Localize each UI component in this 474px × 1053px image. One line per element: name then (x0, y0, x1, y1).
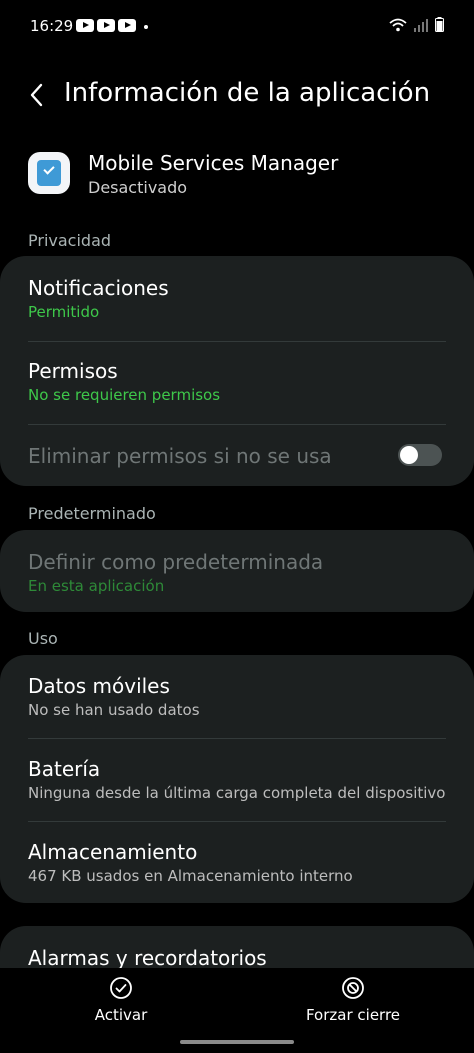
app-name: Mobile Services Manager (88, 151, 339, 175)
home-indicator[interactable] (180, 1040, 294, 1044)
divider (28, 821, 446, 822)
toggle-knob (400, 446, 418, 464)
storage-item[interactable]: Almacenamiento 467 KB usados en Almacena… (28, 840, 446, 885)
permissions-sub: No se requieren permisos (28, 386, 221, 404)
privacy-card: Notificaciones Permitido Permisos No se … (0, 256, 474, 486)
app-status: Desactivado (88, 178, 188, 197)
remove-permissions-title: Eliminar permisos si no se usa (28, 444, 332, 468)
section-label-default: Predeterminado (28, 504, 156, 523)
battery-icon (435, 17, 444, 32)
signal-icon (414, 18, 428, 32)
set-default-title: Definir como predeterminada (28, 550, 324, 574)
status-time: 16:29 (30, 17, 74, 35)
alarms-item[interactable]: Alarmas y recordatorios (28, 946, 446, 970)
storage-title: Almacenamiento (28, 840, 198, 864)
set-default-sub: En esta aplicación (28, 577, 165, 595)
divider (28, 738, 446, 739)
activate-label: Activar (94, 1006, 148, 1024)
mobile-data-title: Datos móviles (28, 674, 170, 698)
wifi-icon (389, 18, 407, 31)
storage-sub: 467 KB usados en Almacenamiento interno (28, 867, 353, 885)
default-card: Definir como predeterminada En esta apli… (0, 530, 474, 612)
back-arrow-icon[interactable] (24, 80, 50, 110)
notification-dot-icon (144, 25, 148, 29)
battery-title: Batería (28, 757, 101, 781)
remove-permissions-item[interactable]: Eliminar permisos si no se usa (28, 444, 446, 468)
check-circle-icon (110, 977, 132, 999)
remove-permissions-toggle[interactable] (398, 444, 442, 466)
notifications-sub: Permitido (28, 303, 100, 321)
usage-card: Datos móviles No se han usado datos Bate… (0, 655, 474, 903)
force-stop-button[interactable]: Forzar cierre (300, 976, 406, 1024)
app-icon (28, 152, 70, 194)
youtube-icon (118, 19, 136, 32)
alarms-title: Alarmas y recordatorios (28, 946, 267, 970)
mobile-data-item[interactable]: Datos móviles No se han usado datos (28, 674, 446, 719)
divider (28, 341, 446, 342)
permissions-title: Permisos (28, 359, 118, 383)
status-bar: 16:29 (0, 0, 474, 52)
set-default-item[interactable]: Definir como predeterminada En esta apli… (28, 550, 446, 595)
youtube-icon (97, 19, 115, 32)
youtube-icon (76, 19, 94, 32)
page-title: Información de la aplicación (64, 78, 431, 108)
battery-sub: Ninguna desde la última carga completa d… (28, 784, 446, 802)
permissions-item[interactable]: Permisos No se requieren permisos (28, 359, 446, 404)
section-label-usage: Uso (28, 629, 58, 648)
force-stop-label: Forzar cierre (305, 1006, 401, 1024)
notifications-item[interactable]: Notificaciones Permitido (28, 276, 446, 321)
section-label-privacy: Privacidad (28, 231, 112, 250)
activate-button[interactable]: Activar (86, 976, 156, 1024)
divider (28, 424, 446, 425)
battery-item[interactable]: Batería Ninguna desde la última carga co… (28, 757, 446, 802)
notifications-title: Notificaciones (28, 276, 169, 300)
mobile-data-sub: No se han usado datos (28, 701, 200, 719)
block-icon (342, 977, 364, 999)
